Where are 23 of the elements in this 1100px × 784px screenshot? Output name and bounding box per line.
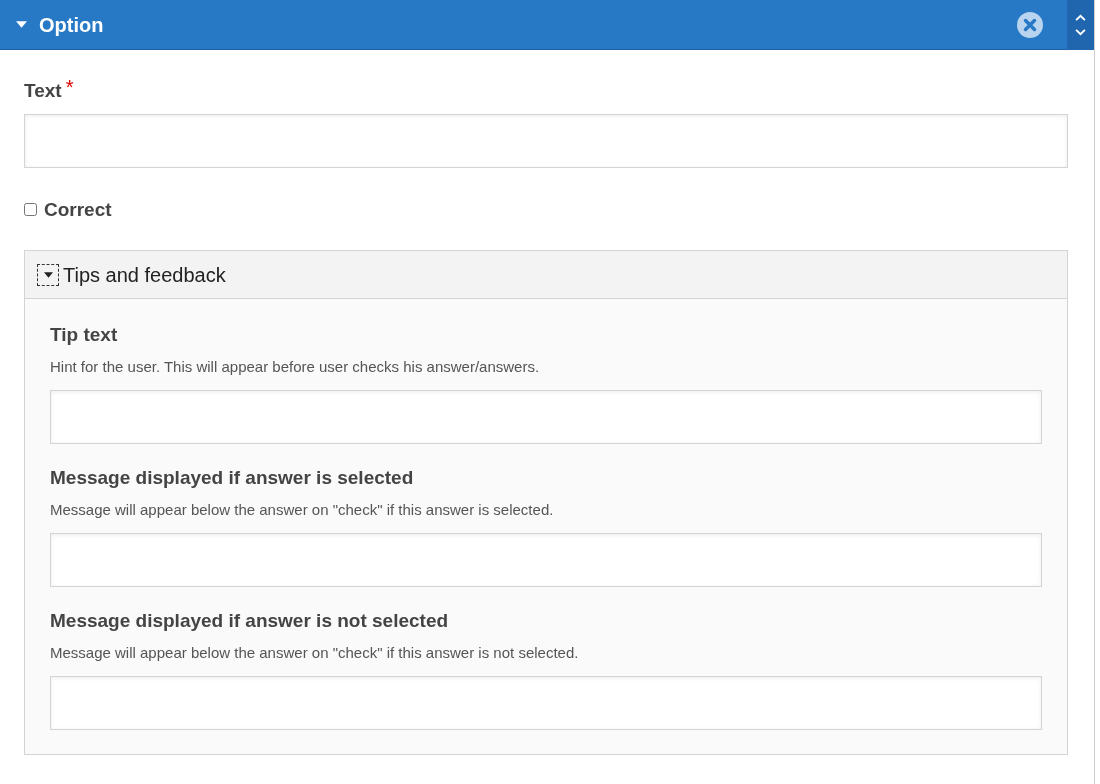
field-description: Message will appear below the answer on "check" if this answer is not selected. (50, 642, 580, 663)
tips-header[interactable]: Tips and feedback (25, 251, 1067, 299)
caret-icon (16, 21, 27, 28)
field-description: Message will appear below the answer on "check" if this answer is selected. (50, 499, 555, 520)
move-up-icon[interactable] (1075, 13, 1086, 21)
option-header[interactable]: Option (0, 0, 1094, 50)
close-icon[interactable] (1017, 11, 1043, 38)
correct-checkbox[interactable] (24, 203, 37, 217)
field-description: Hint for the user. This will appear before user checks his answer/answers. (50, 356, 541, 377)
text-label: Text (24, 79, 62, 103)
field-label: Message displayed if answer is not selected (50, 609, 450, 633)
field-label: Tip text (50, 323, 119, 347)
move-down-icon[interactable] (1075, 28, 1086, 36)
text-input-field[interactable] (24, 113, 1068, 168)
tips-title: Tips and feedback (63, 262, 226, 288)
feedback-input-field[interactable] (50, 390, 1042, 444)
option-title: Option (39, 12, 104, 38)
feedback-input-field[interactable] (50, 676, 1042, 730)
feedback-input-field[interactable] (50, 533, 1042, 587)
caret-icon (43, 271, 53, 278)
field-label: Message displayed if answer is selected (50, 466, 415, 490)
correct-label: Correct (44, 197, 112, 222)
required-mark: * (65, 77, 74, 97)
